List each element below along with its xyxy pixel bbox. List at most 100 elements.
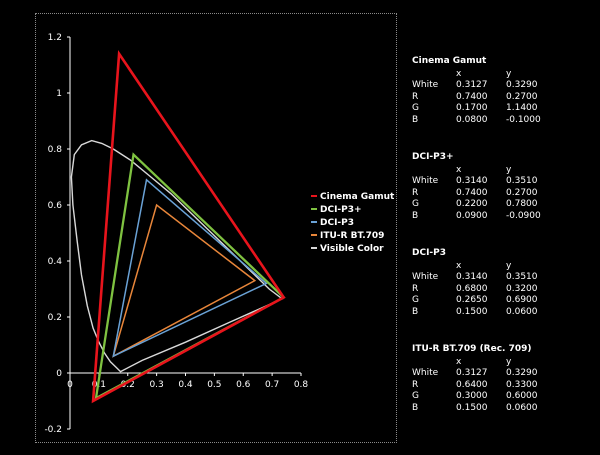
cell: 0.2700 xyxy=(506,187,538,198)
table-row: G 0.3000 0.6000 xyxy=(412,391,598,403)
cell: 0.3127 xyxy=(456,80,488,90)
cell xyxy=(412,69,456,81)
table-row: B 0.0800 -0.1000 xyxy=(412,115,598,127)
cell: R xyxy=(412,379,419,390)
cell: 0.6800 xyxy=(456,283,488,294)
y-tick-label: 0.8 xyxy=(48,145,63,155)
cell xyxy=(412,357,456,369)
cell: G xyxy=(412,199,419,209)
cell xyxy=(412,261,456,273)
cell: White xyxy=(412,80,439,90)
cell: 0.0900 xyxy=(456,210,488,221)
table-row: B 0.0900 -0.0900 xyxy=(412,211,598,223)
table-row: G 0.2650 0.6900 xyxy=(412,295,598,307)
y-tick-label: 0 xyxy=(56,369,62,379)
table-row: R 0.7400 0.2700 xyxy=(412,92,598,104)
cell: y xyxy=(506,68,512,79)
table-row: R 0.6800 0.3200 xyxy=(412,284,598,296)
cell: 0.6900 xyxy=(506,295,538,305)
table-header: xy xyxy=(412,69,598,81)
y-tick-label: 0.4 xyxy=(48,257,63,267)
cell: 0.3510 xyxy=(506,272,538,282)
cell: B xyxy=(412,306,419,317)
series-dci-p3-outline xyxy=(112,178,268,358)
cell: x xyxy=(456,164,462,175)
table-title: ITU-R BT.709 (Rec. 709) xyxy=(412,344,532,354)
cell: R xyxy=(412,187,419,198)
y-tick-label: 1 xyxy=(56,89,62,99)
cell: 0.6000 xyxy=(506,391,538,401)
cell: 0.3300 xyxy=(506,379,538,390)
cell: B xyxy=(412,402,419,413)
table-header: xy xyxy=(412,261,598,273)
cell: 0.3510 xyxy=(506,176,538,186)
table-title: Cinema Gamut xyxy=(412,56,487,66)
cell: G xyxy=(412,391,419,401)
cell: x xyxy=(456,356,462,367)
cell: 0.3140 xyxy=(456,272,488,282)
cell: B xyxy=(412,210,419,221)
cell: x xyxy=(456,260,462,271)
cell: 1.1400 xyxy=(506,103,538,113)
table-row: G 0.2200 0.7800 xyxy=(412,199,598,211)
cell: y xyxy=(506,260,512,271)
table-row: G 0.1700 1.1400 xyxy=(412,103,598,115)
cell: 0.3290 xyxy=(506,80,538,90)
cell: 0.0600 xyxy=(506,402,538,413)
x-tick-label: 0.7 xyxy=(265,380,279,390)
table-row: White 0.3140 0.3510 xyxy=(412,272,598,284)
x-tick-label: 0.3 xyxy=(149,380,163,390)
cell: 0.2200 xyxy=(456,199,488,209)
cell: White xyxy=(412,176,439,186)
cell: y xyxy=(506,164,512,175)
cell: 0.1700 xyxy=(456,103,488,113)
cell: White xyxy=(412,272,439,282)
table-row: B 0.1500 0.0600 xyxy=(412,307,598,319)
gamut-table: Cinema Gamut xy White 0.3127 0.3290 R 0.740… xyxy=(412,56,598,126)
cell: 0.2650 xyxy=(456,295,488,305)
cell: 0.7800 xyxy=(506,199,538,209)
cell: 0.2700 xyxy=(506,91,538,102)
x-tick-label: 0.4 xyxy=(178,380,193,390)
cell: 0.1500 xyxy=(456,306,488,317)
gamut-table: ITU-R BT.709 (Rec. 709) xy White 0.3127 0.… xyxy=(412,344,598,414)
legend-label: Cinema Gamut xyxy=(320,192,395,202)
cell: 0.3140 xyxy=(456,176,488,186)
cell: 0.0800 xyxy=(456,114,488,125)
x-tick-label: 0.6 xyxy=(236,380,251,390)
y-tick-label: 1.2 xyxy=(48,33,62,43)
legend-label: DCI-P3 xyxy=(320,218,354,228)
cell: 0.3127 xyxy=(456,368,488,378)
x-tick-label: 0.8 xyxy=(294,380,309,390)
table-header: xy xyxy=(412,165,598,177)
table-row: White 0.3127 0.3290 xyxy=(412,368,598,380)
table-title: DCI-P3+ xyxy=(412,152,454,162)
table-title: DCI-P3 xyxy=(412,248,447,258)
cell: 0.3290 xyxy=(506,368,538,378)
cell: 0.3000 xyxy=(456,391,488,401)
table-row: B 0.1500 0.0600 xyxy=(412,403,598,415)
cell: B xyxy=(412,114,419,125)
series-itu-r-bt-709-outline xyxy=(112,203,257,358)
cell: -0.1000 xyxy=(506,114,541,125)
table-header: xy xyxy=(412,357,598,369)
cell: y xyxy=(506,356,512,367)
cell: R xyxy=(412,91,419,102)
legend-label: ITU-R BT.709 xyxy=(320,231,384,241)
cell: 0.7400 xyxy=(456,187,488,198)
cell: G xyxy=(412,295,419,305)
cell: White xyxy=(412,368,439,378)
legend-label: Visible Color xyxy=(320,244,384,254)
y-tick-label: 0.2 xyxy=(48,313,62,323)
table-row: White 0.3140 0.3510 xyxy=(412,176,598,188)
cell xyxy=(412,165,456,177)
table-row: R 0.7400 0.2700 xyxy=(412,188,598,200)
cell: x xyxy=(456,68,462,79)
cell: -0.0900 xyxy=(506,210,541,221)
cell: 0.7400 xyxy=(456,91,488,102)
cell: 0.0600 xyxy=(506,306,538,317)
table-row: R 0.6400 0.3300 xyxy=(412,380,598,392)
x-tick-label: 0.5 xyxy=(207,380,221,390)
cell: 0.1500 xyxy=(456,402,488,413)
y-tick-label: 0.6 xyxy=(48,201,63,211)
